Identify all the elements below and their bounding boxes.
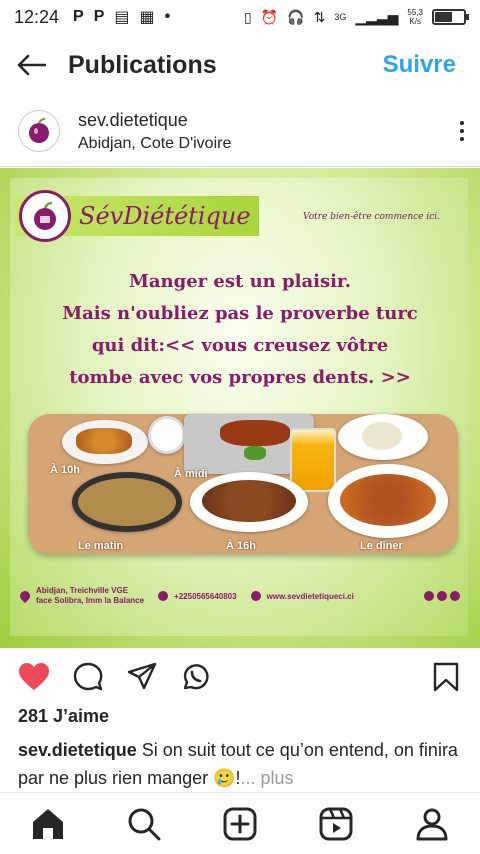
follow-button[interactable]: Suivre [383,51,456,79]
post-header: sev.dietetique Abidjan, Cote D'ivoire [0,100,480,162]
globe-icon [250,591,261,601]
home-icon[interactable] [28,804,68,844]
signal-icon: ▁▂▃▅ [355,8,399,25]
meal-label: À 16h [226,540,256,552]
like-count[interactable]: 281 J’aime [18,706,109,727]
meal-label: Le dîner [360,540,403,552]
notification-icon: • [164,8,171,25]
network-speed: 55,3 K/s [407,8,423,26]
phone-icon [158,591,169,601]
address-line: face Solibra, Imm la Balance [36,596,145,605]
quote-line: qui dit:<< vous creusez vôtre [91,335,389,356]
notification-icon: ▦ [139,9,155,26]
location-pin-icon [17,588,33,604]
headset-icon: 🎧 [287,8,305,25]
status-bar: 12:24 P P ▤ ▦ • ▯ ⏰ 🎧 ⇅ 3G ▁▂▃▅ 55,3 K/s [0,0,480,34]
quote-line: Manger est un plaisir. [128,271,352,292]
status-time: 12:24 [14,6,60,27]
quote-line: Mais n'oubliez pas le proverbe turc [62,303,418,324]
post-location[interactable]: Abidjan, Cote D'ivoire [78,135,231,153]
whatsapp-icon [437,591,447,601]
speed-value: 55,3 [407,8,423,17]
apple-logo-icon [29,118,49,143]
caption-username[interactable]: sev.dietetique [18,740,137,760]
flyer-quote: Manger est un plaisir. Mais n'oubliez pa… [40,266,440,394]
address-line: Abidjan, Treichville VGE [36,586,129,595]
post-caption: sev.dietetique Si on suit tout ce qu’on … [18,736,468,792]
website: www.sevdietetiqueci.ci [266,591,354,601]
share-icon[interactable] [124,659,160,695]
data-arrows-icon: ⇅ [313,8,326,25]
brand-slogan: Votre bien-être commence ici. [303,212,440,222]
whatsapp-share-icon[interactable] [178,659,214,695]
network-label: 3G [334,12,347,22]
profile-icon[interactable] [412,804,452,844]
facebook-icon [424,591,434,601]
top-bar: Publications Suivre [0,34,480,96]
dinner-bowl [328,464,448,538]
post-username[interactable]: sev.dietetique [78,110,231,131]
vibrate-icon: ▯ [244,8,252,25]
search-icon[interactable] [124,804,164,844]
meal-label: À 10h [50,464,80,476]
instagram-icon [450,591,460,601]
food-tray: À 10h À midi Le matin À 16h Le dîner [28,414,458,554]
more-options-icon[interactable] [460,121,464,141]
afternoon-plate [190,472,308,532]
speed-unit: K/s [409,17,421,26]
brand-band: SévDiététique [15,190,259,242]
bookmark-icon[interactable] [428,659,464,695]
meal-label: Le matin [78,540,124,552]
flyer: SévDiététique Votre bien-être commence i… [10,178,468,636]
reels-icon[interactable] [316,804,356,844]
like-icon[interactable] [16,659,52,695]
battery-icon [432,9,469,25]
post-actions [0,654,480,700]
avatar[interactable] [18,110,60,152]
quote-line: tombe avec vos propres dents. >> [69,367,411,388]
notification-icon: P [93,8,105,25]
address: Abidjan, Treichville VGE face Solibra, I… [36,586,144,606]
divider [0,166,480,167]
notification-icon: P [73,8,84,25]
yogurt-bowl [148,416,186,454]
meal-label: À midi [174,468,208,480]
notification-icon: ▤ [114,9,130,26]
brand-name: SévDiététique [79,202,251,230]
create-icon[interactable] [220,804,260,844]
contact-bar: Abidjan, Treichville VGE face Solibra, I… [17,586,460,606]
back-arrow-icon[interactable] [16,50,46,80]
post-image[interactable]: SévDiététique Votre bien-être commence i… [0,168,480,648]
phone-number: +2250565640803 [174,591,237,601]
snack-plate [62,420,148,464]
bottom-nav [0,792,480,854]
porridge-bowl [72,472,182,532]
more-link[interactable]: ... plus [241,768,294,788]
alarm-icon: ⏰ [260,8,279,25]
fufu-plate [338,414,428,460]
comment-icon[interactable] [70,659,106,695]
juice-glass [290,428,336,492]
brand-logo-icon [19,190,71,242]
page-title: Publications [68,50,217,79]
